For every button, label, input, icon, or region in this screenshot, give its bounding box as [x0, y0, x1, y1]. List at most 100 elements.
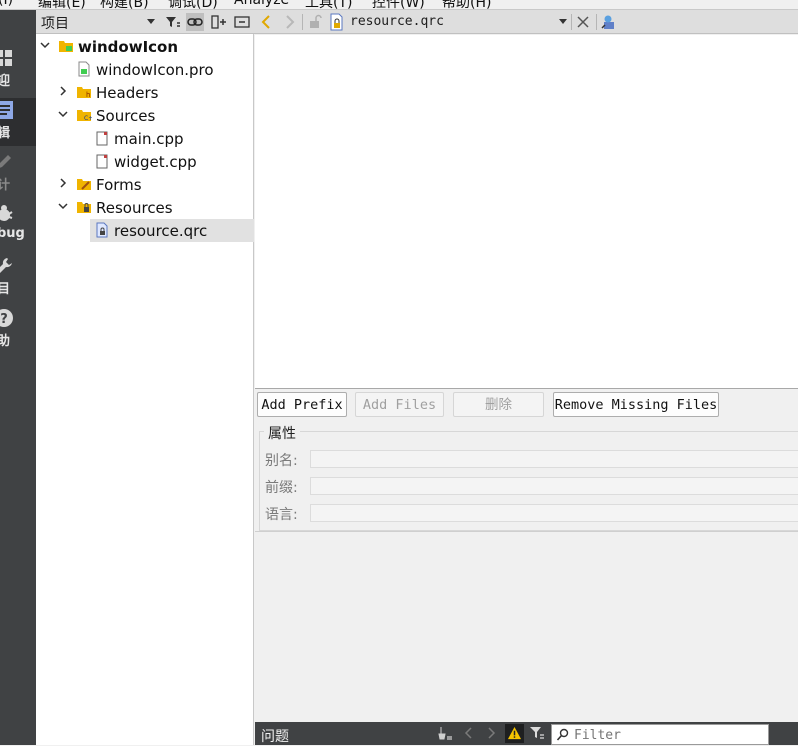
menu-item-help[interactable]: 帮助(H) [442, 0, 491, 9]
mode-design[interactable]: 计 [0, 150, 36, 198]
previous-icon[interactable] [461, 725, 477, 741]
chevron-right-icon[interactable] [58, 86, 68, 96]
link-icon[interactable] [186, 13, 204, 31]
mode-label: 目 [0, 282, 11, 297]
tree-item-label: windowIcon.pro [96, 61, 214, 79]
search-icon [556, 728, 569, 741]
forms-folder-icon [77, 179, 91, 190]
qrc-file-icon [96, 222, 108, 238]
cpp-file-icon [96, 131, 108, 146]
sources-folder-icon: C+ [77, 110, 92, 122]
chevron-down-icon[interactable] [58, 109, 68, 119]
menu-item-edit[interactable]: 编辑(E) [38, 0, 86, 9]
toolbar-separator [302, 14, 303, 30]
clean-icon[interactable] [437, 725, 453, 741]
tree-item-label: Sources [96, 107, 156, 125]
filter-icon[interactable] [529, 725, 545, 741]
bug-icon [0, 205, 13, 221]
properties-panel: 属性 别名: 前缀: 语言: [255, 420, 798, 532]
next-icon[interactable] [483, 725, 499, 741]
mode-debug[interactable]: bug [0, 202, 36, 250]
tree-item-forms[interactable]: Forms [36, 173, 254, 196]
chevron-down-icon[interactable] [147, 19, 155, 24]
forward-icon[interactable] [280, 13, 298, 31]
add-prefix-button[interactable]: Add Prefix [257, 392, 347, 417]
headers-folder-icon: h [77, 87, 91, 99]
qrc-file-icon [330, 13, 343, 31]
open-document-selector[interactable]: resource.qrc [350, 14, 444, 29]
back-icon[interactable] [258, 13, 276, 31]
svg-text:?: ? [0, 312, 8, 327]
tree-item-main-cpp[interactable]: main.cpp [36, 127, 254, 150]
split-editor-icon[interactable] [600, 13, 618, 31]
chevron-down-icon[interactable] [559, 19, 567, 24]
add-files-button[interactable]: Add Files [355, 392, 444, 417]
pencil-icon [0, 155, 11, 168]
help-icon: ? [0, 309, 13, 327]
tree-item-headers[interactable]: h Headers [36, 81, 254, 104]
project-tree: windowIcon windowIcon.pro h Headers C+ S… [36, 34, 254, 745]
tree-item-label: widget.cpp [114, 153, 197, 171]
filter-box [551, 724, 769, 745]
close-icon[interactable] [574, 13, 592, 31]
menu-bar: (I) 编辑(E) 构建(B) 调试(D) Analyze 工具(T) 控件(W… [0, 0, 798, 10]
remove-missing-files-button[interactable]: Remove Missing Files [553, 392, 719, 417]
prefix-field[interactable] [310, 477, 798, 495]
menu-item-partial[interactable]: (I) [0, 0, 13, 8]
properties-title: 属性 [264, 423, 300, 443]
split-icon[interactable] [210, 13, 228, 31]
tree-item-label: Forms [96, 176, 142, 194]
tree-item-label: resource.qrc [114, 222, 208, 240]
tree-item-label: Resources [96, 199, 173, 217]
language-label: 语言: [265, 507, 298, 523]
qt-project-folder-icon [59, 41, 73, 52]
warning-icon [507, 726, 522, 740]
mode-projects[interactable]: 目 [0, 254, 36, 302]
issues-pane-bar: 问题 [255, 722, 798, 745]
svg-text:C+: C+ [84, 115, 92, 122]
remove-button[interactable]: 删除 [453, 392, 544, 417]
tree-item-label: Headers [96, 84, 159, 102]
chevron-down-icon[interactable] [40, 40, 50, 50]
tree-item-resource-qrc[interactable]: resource.qrc [90, 219, 254, 242]
resource-tree-view[interactable] [255, 35, 798, 389]
filter-input[interactable] [574, 726, 764, 744]
toolbar-separator [571, 14, 572, 30]
mode-welcome[interactable]: 迎 [0, 46, 36, 94]
mode-label: 辑 [0, 126, 11, 141]
grid-icon [0, 50, 12, 66]
unlock-icon[interactable] [306, 13, 324, 31]
svg-text:h: h [86, 91, 90, 99]
menu-item-debug[interactable]: 调试(D) [168, 0, 218, 9]
issues-pane-title[interactable]: 问题 [261, 726, 289, 746]
close-panel-icon[interactable] [233, 13, 251, 31]
menu-item-tools[interactable]: 工具(T) [305, 0, 352, 9]
alias-label: 别名: [265, 453, 298, 469]
show-warnings-toggle[interactable] [505, 724, 524, 743]
chevron-down-icon[interactable] [58, 201, 68, 211]
mode-label: 计 [0, 178, 11, 193]
chevron-right-icon[interactable] [58, 178, 68, 188]
alias-field[interactable] [310, 450, 798, 468]
language-field[interactable] [310, 504, 798, 522]
mode-edit[interactable]: 辑 [0, 98, 36, 146]
resources-folder-icon [77, 202, 91, 213]
tree-item-resources[interactable]: Resources [36, 196, 254, 219]
mode-label: 迎 [0, 74, 11, 89]
tree-item-widget-cpp[interactable]: widget.cpp [36, 150, 254, 173]
pro-file-icon [78, 61, 90, 77]
tree-item-project[interactable]: windowIcon [36, 35, 254, 58]
editor-empty-area [255, 533, 798, 722]
project-panel-toolbar: 项目 [36, 10, 254, 34]
filter-icon[interactable] [164, 13, 182, 31]
document-icon [0, 101, 13, 119]
resource-button-row: Add Prefix Add Files 删除 Remove Missing F… [255, 390, 798, 420]
tree-item-pro-file[interactable]: windowIcon.pro [36, 58, 254, 81]
tree-item-sources[interactable]: C+ Sources [36, 104, 254, 127]
mode-help[interactable]: ? 助 [0, 306, 36, 354]
menu-item-build[interactable]: 构建(B) [100, 0, 149, 9]
menu-item-analyze[interactable]: Analyze [234, 0, 289, 8]
prefix-label: 前缀: [265, 480, 298, 496]
menu-item-controls[interactable]: 控件(W) [372, 0, 425, 9]
project-view-selector[interactable]: 项目 [41, 13, 69, 33]
